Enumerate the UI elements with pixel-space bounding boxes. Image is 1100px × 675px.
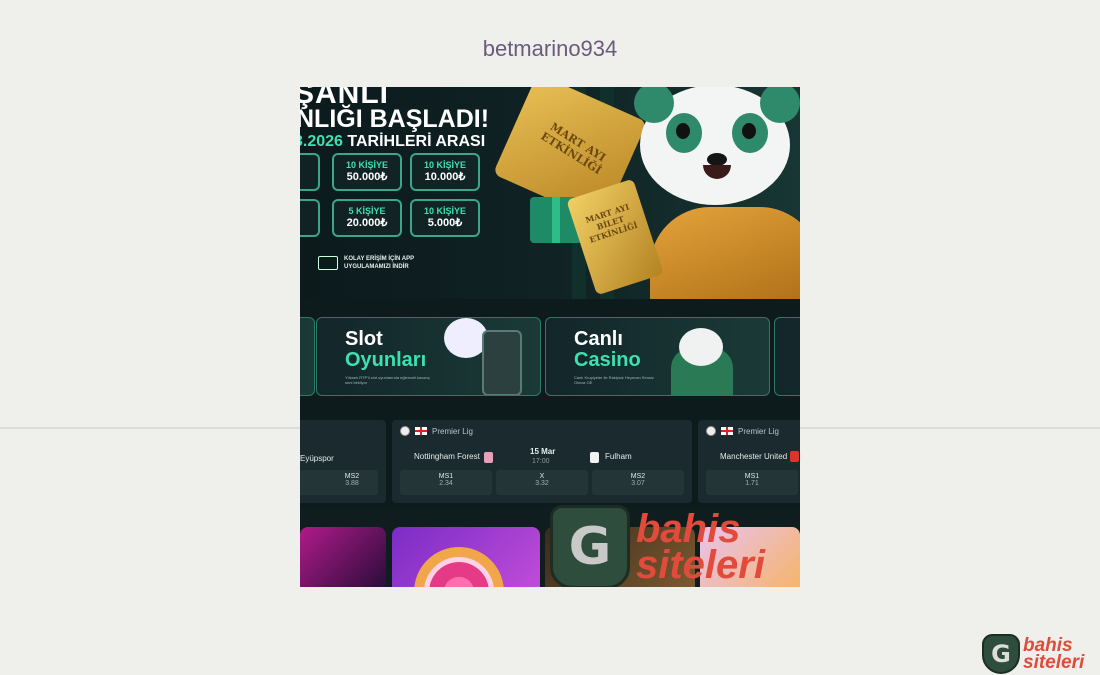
- prize-box-partial: ₺: [300, 153, 320, 191]
- page-title: betmarino934: [482, 36, 618, 61]
- match-row: Eyüpspor MS2 3.88 Premier Lig Nottingham …: [300, 409, 800, 507]
- prize-box: 5 KİŞİYE 20.000₺: [332, 199, 402, 237]
- team-crest-icon: [590, 452, 599, 463]
- category-desc: Yüksek RTP'li slot oyunlarında eğlenceli…: [345, 375, 430, 385]
- match-date: 15 Mar: [530, 447, 556, 456]
- category-card-partial[interactable]: [774, 317, 800, 396]
- match-card[interactable]: Premier Lig Nottingham Forest 15 Mar 17:…: [392, 420, 692, 503]
- panda-ear: [760, 87, 800, 123]
- slot-machine-icon: [482, 330, 522, 395]
- prize-box: 10 KİŞİYE 50.000₺: [332, 153, 402, 191]
- wheel-icon: [414, 547, 504, 587]
- category-card-slots[interactable]: Slot Oyunları Yüksek RTP'li slot oyunlar…: [316, 317, 541, 396]
- odds-button-ms1[interactable]: MS1 1.71: [706, 470, 798, 495]
- hero-date-label: TARİHLERİ ARASI: [342, 133, 486, 150]
- category-desc: Canlı Krupiyeler ile Rakipsiz Heyecan Se…: [574, 375, 654, 385]
- devices-icon: [318, 256, 338, 270]
- panda-mascot-body: [650, 207, 800, 299]
- match-card-partial[interactable]: Premier Lig Manchester United MS1 1.71: [698, 420, 800, 503]
- panda-eye: [666, 113, 702, 153]
- category-title: Slot: [345, 328, 383, 350]
- hero-banner[interactable]: ŞANLI NLIĞI BAŞLADI! 3.2026 TARİHLERİ AR…: [300, 87, 800, 299]
- category-card-live-casino[interactable]: Canlı Casino Canlı Krupiyeler ile Rakips…: [545, 317, 770, 396]
- panda-icon: [679, 328, 723, 366]
- panda-eye: [732, 113, 768, 153]
- app-note-text: KOLAY ERİŞİM İÇİN APP UYGULAMAMIZI İNDİR: [344, 256, 415, 270]
- game-thumbnail[interactable]: [300, 527, 386, 587]
- category-subtitle: Oyunları: [345, 349, 427, 371]
- away-team: Fulham: [605, 452, 632, 461]
- category-row: Slot Oyunları Yüksek RTP'li slot oyunlar…: [300, 299, 800, 409]
- prize-box: 10 KİŞİYE 10.000₺: [410, 153, 480, 191]
- prize-box: 10 KİŞİYE 5.000₺: [410, 199, 480, 237]
- casino-panda-art: [663, 318, 753, 395]
- prize-box-partial: ₺: [300, 199, 320, 237]
- odds-button-x[interactable]: X 3.32: [496, 470, 588, 495]
- england-flag-icon: [721, 427, 733, 435]
- watermark-logo: G bahis siteleri: [550, 505, 765, 587]
- hero-date: 3.2026: [300, 133, 343, 150]
- home-team: Nottingham Forest: [414, 452, 480, 461]
- soccer-ball-icon: [400, 426, 410, 436]
- watermark-text: bahis siteleri: [636, 507, 765, 587]
- shield-logo-icon: G: [982, 634, 1020, 674]
- soccer-ball-icon: [706, 426, 716, 436]
- slot-machine-art: [434, 318, 524, 395]
- match-time: 17:00: [532, 458, 550, 465]
- team-crest-icon: [484, 452, 493, 463]
- home-team: Eyüpspor: [300, 454, 334, 463]
- game-thumbnail[interactable]: [392, 527, 540, 587]
- league-header: Premier Lig: [706, 426, 779, 436]
- hero-date-range: 3.2026 TARİHLERİ ARASI: [300, 133, 485, 151]
- league-name: Premier Lig: [738, 426, 779, 436]
- odds-button-ms1[interactable]: MS1 2.34: [400, 470, 492, 495]
- shield-logo-icon: G: [550, 505, 630, 587]
- odds-button[interactable]: MS2 3.88: [300, 470, 378, 495]
- league-name: Premier Lig: [432, 426, 473, 436]
- category-card-partial[interactable]: [300, 317, 315, 396]
- match-card-partial[interactable]: Eyüpspor MS2 3.88: [300, 420, 386, 503]
- app-download-note[interactable]: KOLAY ERİŞİM İÇİN APP UYGULAMAMIZI İNDİR: [318, 255, 454, 271]
- league-header: Premier Lig: [400, 426, 473, 436]
- hero-title-line2: NLIĞI BAŞLADI!: [300, 105, 490, 133]
- corner-watermark-logo: G bahis siteleri: [982, 634, 1084, 674]
- corner-watermark-text: bahis siteleri: [1023, 634, 1085, 673]
- england-flag-icon: [415, 427, 427, 435]
- home-team: Manchester United: [720, 452, 788, 461]
- category-subtitle: Casino: [574, 349, 641, 371]
- site-screenshot: ŞANLI NLIĞI BAŞLADI! 3.2026 TARİHLERİ AR…: [300, 87, 800, 587]
- team-crest-icon: [790, 451, 799, 462]
- odds-button-ms2[interactable]: MS2 3.07: [592, 470, 684, 495]
- category-title: Canlı: [574, 328, 623, 350]
